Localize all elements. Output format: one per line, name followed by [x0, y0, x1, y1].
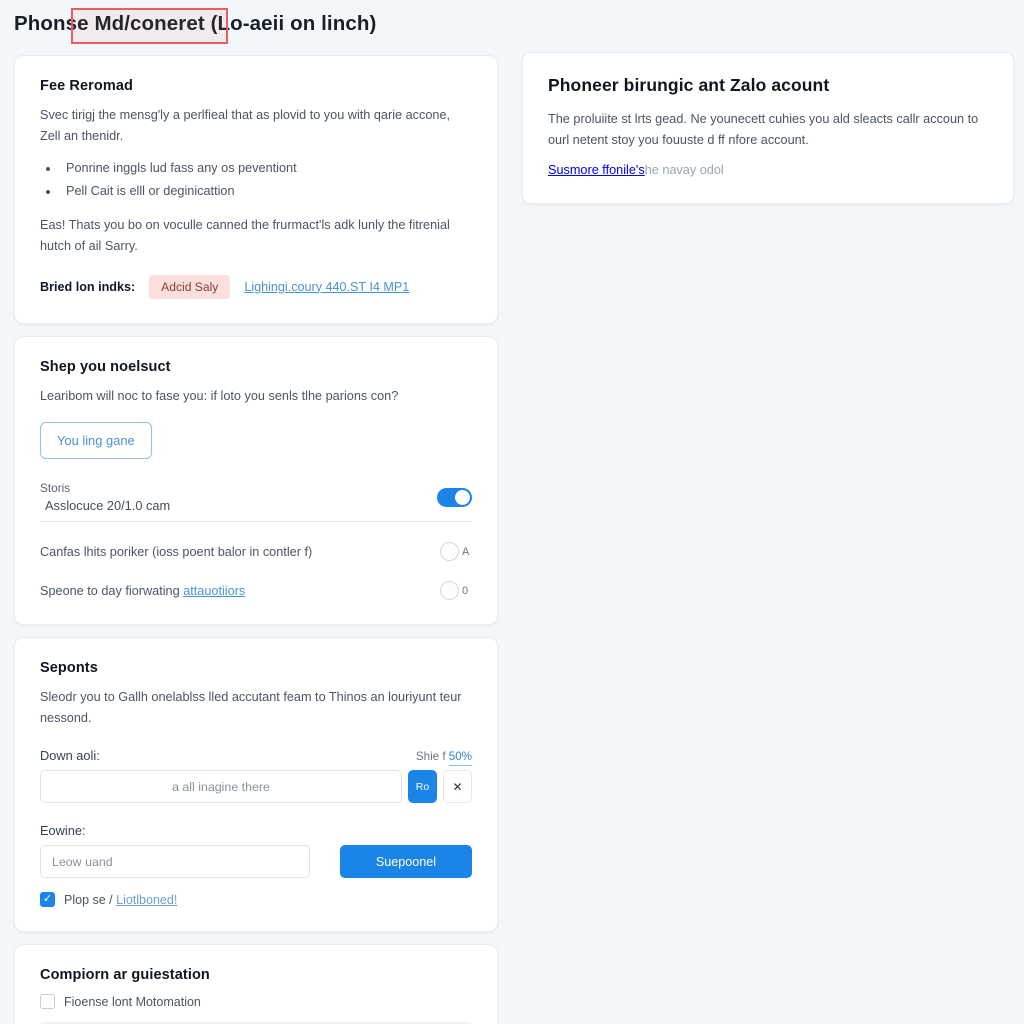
option-2-toggle[interactable] — [440, 581, 459, 601]
seponts-run-button[interactable]: Ro — [408, 770, 437, 804]
zalo-link-row: Susmore ffonile'she navay odol — [548, 163, 724, 177]
zalo-heading: Phoneer birungic ant Zalo acount — [548, 75, 830, 95]
seponts-hint-percent[interactable]: 50% — [448, 750, 472, 767]
option-2-text: Speone to day fiorwating — [40, 583, 184, 598]
card-fee-reromad: Fee Reromad Svec tirigj the mensg'ly a p… — [14, 55, 498, 324]
card-zalo-account: Phoneer birungic ant Zalo acount The pro… — [522, 52, 1014, 205]
seponts-submit-button[interactable]: Suepoonel — [340, 845, 472, 879]
seponts-field2-label: Eowine: — [40, 823, 86, 839]
list-item: Ponrine inggls lud fass any os pevention… — [60, 157, 472, 180]
storis-toggle-row: Storis Asslocuce 20/1.0 cam — [40, 481, 472, 523]
option-2-link[interactable]: attauotiiors — [183, 584, 245, 598]
option-2-glyph: 0 — [462, 584, 469, 597]
fee-reference-link[interactable]: Lighingi.coury 440.ST I4 MP1 — [244, 280, 409, 294]
seponts-checkbox-row: Plop se / Liotlboned! — [40, 892, 472, 908]
seponts-checkbox-link[interactable]: Liotlboned! — [116, 893, 177, 907]
seponts-field1-group: a all inagine there Ro ✕ — [40, 770, 472, 804]
zalo-paragraph: The proluiite st lrts gead. Ne younecett… — [548, 112, 979, 147]
comporn-checkbox-label: Fioense lont Motomation — [64, 994, 201, 1009]
fee-meta-label: Bried lon indks: — [40, 279, 136, 294]
seponts-field2-input[interactable]: Leow uand — [40, 845, 310, 879]
seponts-paragraph: Sleodr you to Gallh onelablss lled accut… — [40, 690, 462, 725]
storis-toggle-title: Storis — [40, 481, 71, 496]
card-shep-noelsuct: Shep you noelsuct Learibom will noc to f… — [14, 335, 498, 626]
option-row-2: Speone to day fiorwating attauotiiors 0 — [40, 581, 472, 601]
storis-toggle-subtitle: Asslocuce 20/1.0 cam — [45, 498, 171, 514]
seponts-field1-hint: Shie f 50% — [415, 750, 472, 767]
fee-meta-row: Bried lon indks: Adcid Saly Lighingi.cou… — [40, 274, 472, 299]
zalo-link-suffix: he navay odol — [644, 163, 724, 178]
fee-paragraph-1: Svec tirigj the mensg'ly a perlfieal tha… — [40, 108, 451, 143]
zalo-more-link[interactable]: Susmore ffonile's — [548, 163, 645, 177]
page-root: Phonse Md/coneret (Lo-aeii on linch) Fee… — [0, 0, 1024, 1024]
shep-heading: Shep you noelsuct — [40, 358, 171, 375]
right-column: Phoneer birungic ant Zalo acount The pro… — [522, 52, 1014, 216]
seponts-checkbox[interactable] — [40, 892, 55, 908]
fee-bullet-list: Ponrine inggls lud fass any os pevention… — [60, 157, 472, 202]
fee-paragraph-2: Eas! Thats you bo on voculle canned the … — [40, 218, 450, 253]
option-1-label: Canfas lhits poriker (ioss poent balor i… — [40, 544, 313, 559]
seponts-field2-row: Leow uand Suepoonel — [40, 845, 472, 879]
seponts-field1-input[interactable]: a all inagine there — [40, 770, 402, 804]
comporn-heading: Compiorn ar guiestation — [40, 967, 210, 984]
card-seponts: Seponts Sleodr you to Gallh onelablss ll… — [14, 637, 498, 933]
seponts-heading: Seponts — [40, 660, 98, 677]
page-title: Phonse Md/coneret (Lo-aeii on linch) — [14, 12, 377, 35]
seponts-checkbox-label: Plop se / Liotlboned! — [64, 893, 177, 907]
option-row-1: Canfas lhits poriker (ioss poent balor i… — [40, 542, 472, 562]
fee-heading: Fee Reromad — [40, 78, 133, 94]
option-1-toggle[interactable] — [440, 542, 459, 562]
option-2-label: Speone to day fiorwating attauotiiors — [40, 584, 245, 598]
option-1-glyph: A — [462, 545, 470, 558]
shep-action-button[interactable]: You ling gane — [40, 422, 152, 460]
seponts-hint-prefix: Shie f — [415, 750, 449, 764]
comporn-checkbox[interactable] — [40, 994, 55, 1010]
shep-toggle-block: Storis Asslocuce 20/1.0 cam Canfas lhits… — [40, 481, 472, 601]
left-column: Fee Reromad Svec tirigj the mensg'ly a p… — [14, 55, 498, 1024]
card-compiorn-guiestation: Compiorn ar guiestation Fioense lont Mot… — [14, 944, 498, 1024]
seponts-field1-head: Down aoli: Shie f 50% — [40, 748, 472, 767]
comporn-checkbox-row: Fioense lont Motomation — [40, 994, 472, 1010]
status-badge: Adcid Saly — [149, 274, 231, 299]
list-item: Pell Cait is elll or deginicattion — [60, 180, 472, 203]
shep-paragraph: Learibom will noc to fase you: if loto y… — [40, 388, 399, 403]
seponts-field1-label: Down aoli: — [40, 748, 100, 764]
close-icon[interactable]: ✕ — [443, 770, 472, 804]
seponts-checkbox-text: Plop se / — [64, 892, 117, 907]
storis-toggle-switch[interactable] — [437, 487, 472, 507]
toggle-knob-icon — [455, 489, 470, 505]
